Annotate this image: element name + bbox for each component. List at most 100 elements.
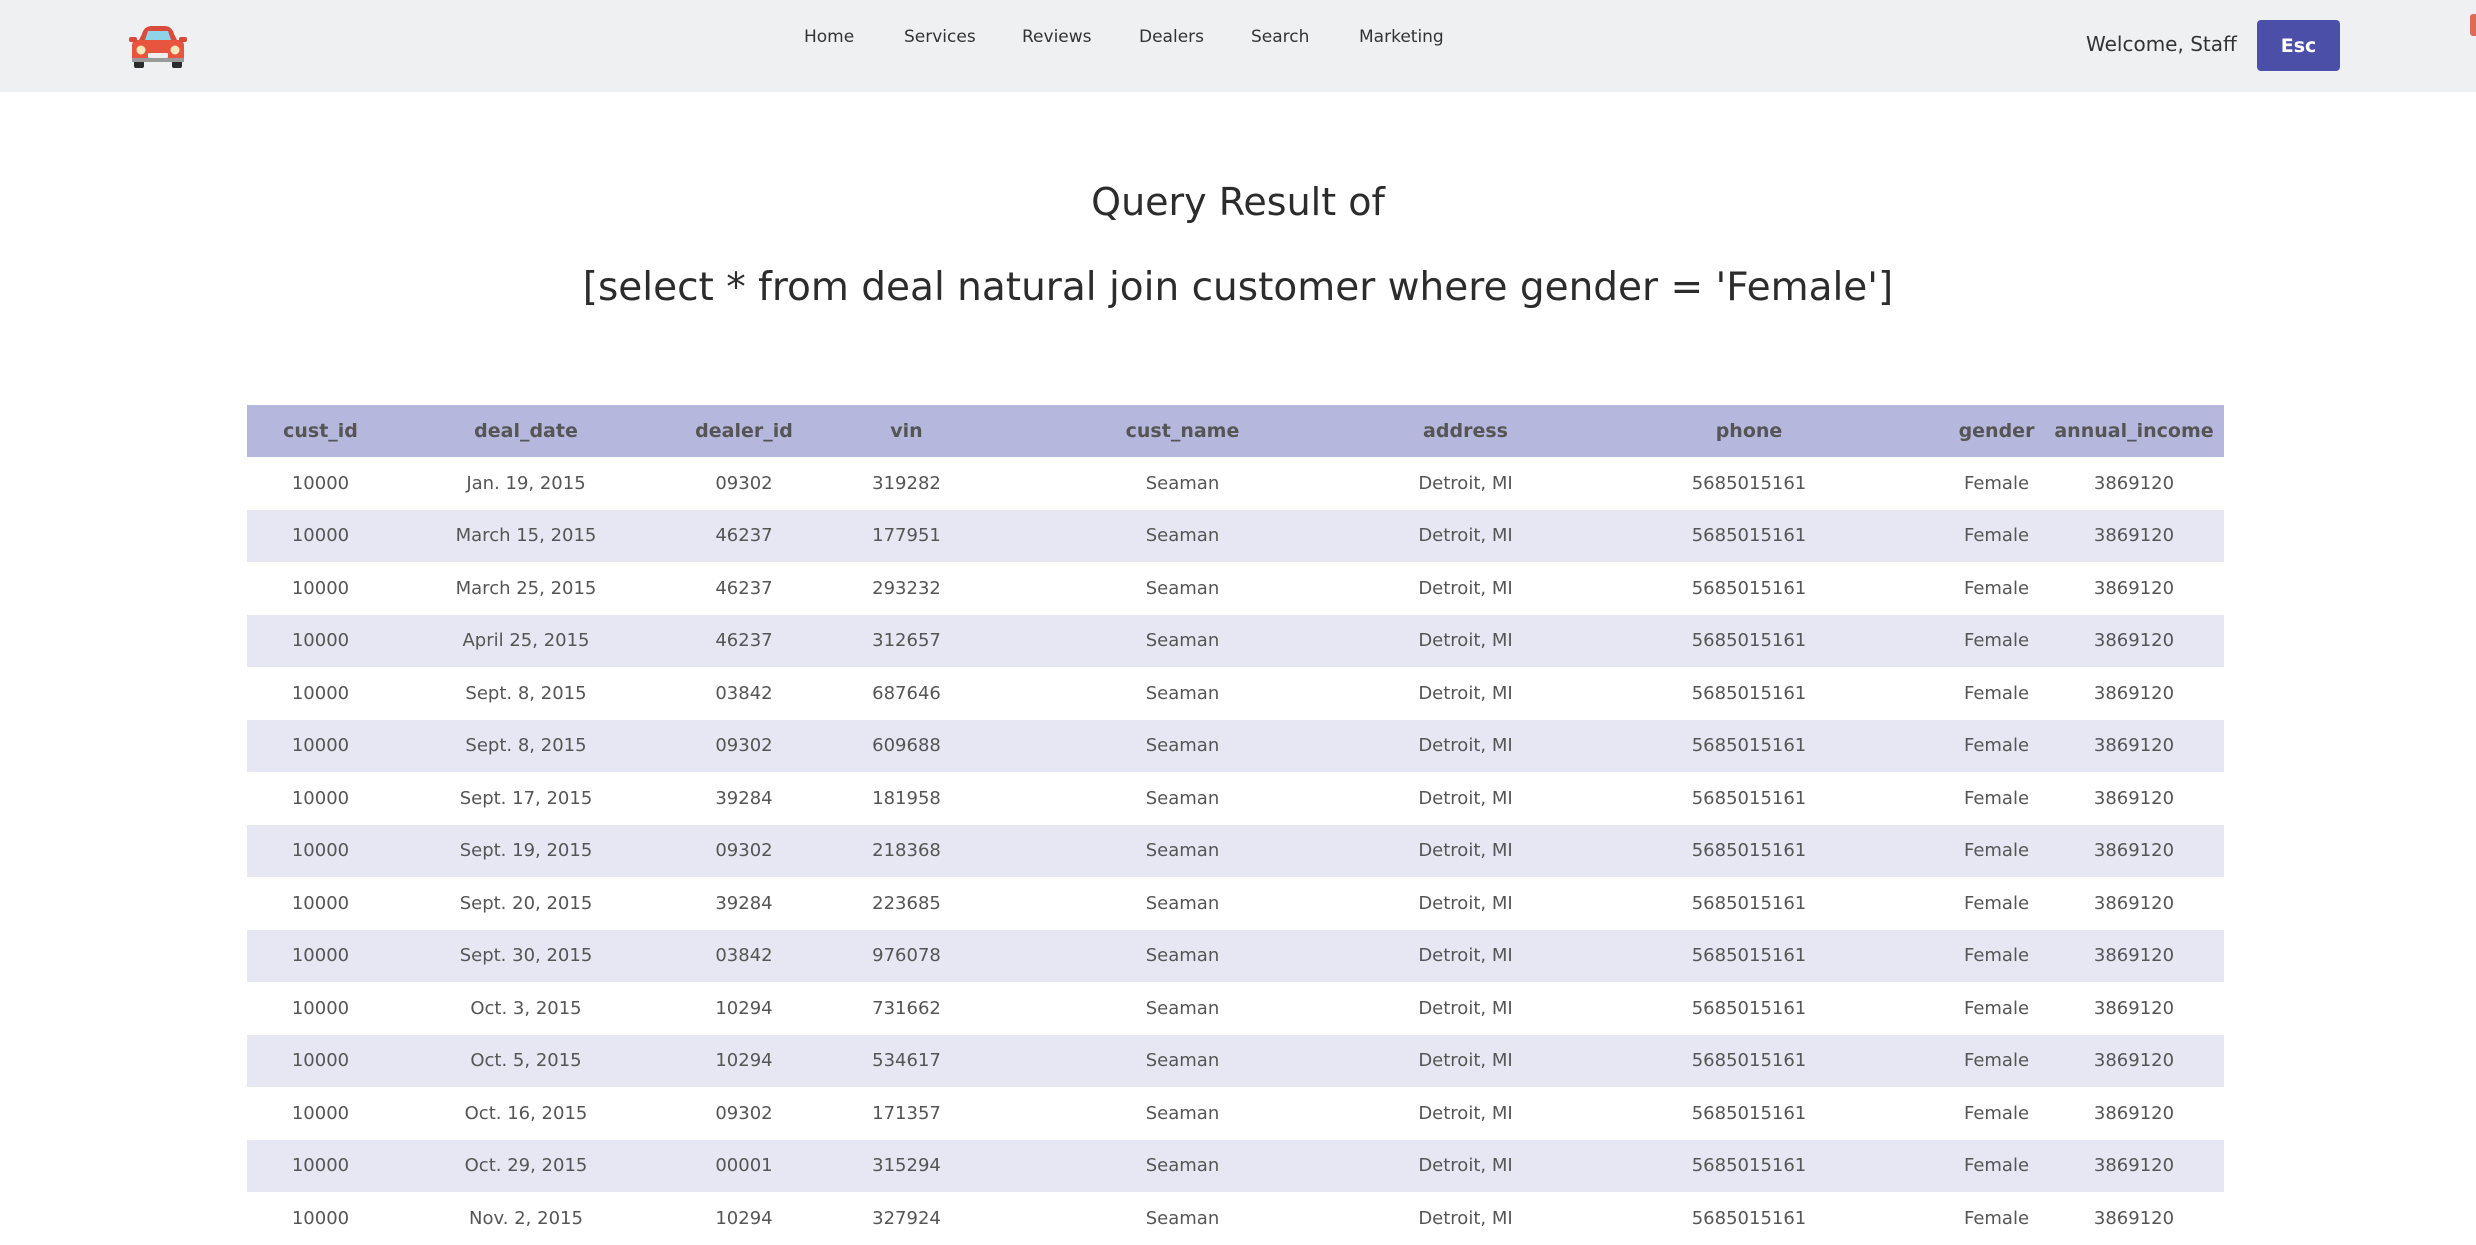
- cell-phone: 5685015161: [1691, 787, 1807, 809]
- cell-cust-id: 10000: [291, 892, 350, 914]
- cell-cust-id: 10000: [247, 1034, 394, 1087]
- cell-annual-income: 3869120: [2044, 929, 2224, 982]
- cell-deal-date: April 25, 2015: [394, 614, 658, 667]
- cell-cust-name: Seaman: [983, 929, 1382, 982]
- cell-gender: Female: [1963, 997, 2030, 1019]
- cell-deal-date: Oct. 29, 2015: [394, 1139, 658, 1192]
- cell-phone: 5685015161: [1549, 719, 1949, 772]
- cell-cust-name: Seaman: [1145, 892, 1220, 914]
- column-header-gender: gender: [1949, 405, 2044, 457]
- nav-dealers[interactable]: Dealers: [1139, 27, 1204, 47]
- table-row: 10000 Sept. 30, 2015 03842 976078 Seaman Detr…: [247, 929, 2224, 982]
- cell-dealer-id: 10294: [715, 997, 773, 1019]
- nav-home[interactable]: Home: [804, 27, 854, 47]
- cell-vin: 171357: [872, 1102, 941, 1124]
- cell-cust-name: Seaman: [1145, 682, 1220, 704]
- cell-cust-name: Seaman: [983, 614, 1382, 667]
- nav-services[interactable]: Services: [904, 27, 976, 47]
- cell-gender: Female: [1949, 1034, 2044, 1087]
- cell-dealer-id: 39284: [715, 892, 773, 914]
- cell-cust-name: Seaman: [983, 719, 1382, 772]
- cell-gender: Female: [1963, 472, 2030, 494]
- cell-cust-name: Seaman: [1145, 577, 1220, 599]
- cell-vin: 609688: [830, 719, 983, 772]
- cell-dealer-id: 09302: [658, 824, 830, 877]
- cell-vin: 218368: [830, 824, 983, 877]
- nav-search[interactable]: Search: [1251, 27, 1309, 47]
- cell-annual-income: 3869120: [2093, 787, 2175, 809]
- cell-deal-date: Oct. 16, 2015: [464, 1102, 588, 1124]
- welcome-text: Welcome, Staff: [2086, 32, 2237, 56]
- nav-marketing[interactable]: Marketing: [1359, 27, 1444, 47]
- cell-cust-name: Seaman: [983, 1139, 1382, 1192]
- cell-vin: 315294: [830, 1139, 983, 1192]
- cell-phone: 5685015161: [1549, 824, 1949, 877]
- esc-button[interactable]: Esc: [2257, 20, 2340, 71]
- table-header-row: cust_id deal_date dealer_id vin cust_name add…: [247, 405, 2224, 457]
- cell-phone: 5685015161: [1691, 892, 1807, 914]
- cell-vin: 327924: [872, 1207, 941, 1229]
- cell-address: Detroit, MI: [1418, 892, 1513, 914]
- column-header-dealer-id: dealer_id: [658, 405, 830, 457]
- cell-dealer-id: 03842: [715, 682, 773, 704]
- cell-cust-name: Seaman: [1145, 472, 1220, 494]
- cell-address: Detroit, MI: [1418, 1207, 1513, 1229]
- cell-gender: Female: [1963, 787, 2030, 809]
- cell-address: Detroit, MI: [1418, 472, 1513, 494]
- cell-deal-date: Sept. 19, 2015: [394, 824, 658, 877]
- cell-address: Detroit, MI: [1382, 509, 1549, 562]
- cell-cust-id: 10000: [291, 577, 350, 599]
- cell-address: Detroit, MI: [1418, 997, 1513, 1019]
- cell-deal-date: Nov. 2, 2015: [469, 1207, 583, 1229]
- cell-cust-name: Seaman: [983, 1034, 1382, 1087]
- cell-gender: Female: [1963, 1207, 2030, 1229]
- cell-dealer-id: 09302: [658, 719, 830, 772]
- cell-dealer-id: 09302: [715, 1102, 773, 1124]
- cell-cust-id: 10000: [291, 472, 350, 494]
- cell-cust-id: 10000: [247, 929, 394, 982]
- nav-reviews[interactable]: Reviews: [1022, 27, 1092, 47]
- table-row: 10000 Oct. 29, 2015 00001 315294 Seaman Detro…: [247, 1139, 2224, 1192]
- table-row: 10000 Sept. 8, 2015 03842 687646 Seaman Detro…: [247, 667, 2224, 720]
- cell-dealer-id: 46237: [715, 577, 773, 599]
- cell-phone: 5685015161: [1549, 1034, 1949, 1087]
- cell-phone: 5685015161: [1691, 472, 1807, 494]
- cell-annual-income: 3869120: [2044, 509, 2224, 562]
- column-header-deal-date: deal_date: [394, 405, 658, 457]
- table-row: 10000 Jan. 19, 2015 09302 319282 Seaman Detro…: [247, 457, 2224, 510]
- table-row: 10000 Oct. 3, 2015 10294 731662 Seaman Detroi…: [247, 982, 2224, 1035]
- cell-address: Detroit, MI: [1418, 787, 1513, 809]
- cell-dealer-id: 10294: [715, 1207, 773, 1229]
- cell-gender: Female: [1963, 1102, 2030, 1124]
- cell-gender: Female: [1949, 929, 2044, 982]
- column-header-cust-name: cust_name: [983, 405, 1382, 457]
- cell-phone: 5685015161: [1691, 1207, 1807, 1229]
- red-car-icon[interactable]: [128, 20, 188, 70]
- cell-dealer-id: 46237: [658, 614, 830, 667]
- cell-cust-id: 10000: [291, 1102, 350, 1124]
- cell-address: Detroit, MI: [1418, 577, 1513, 599]
- cell-dealer-id: 03842: [658, 929, 830, 982]
- cell-dealer-id: 00001: [658, 1139, 830, 1192]
- cell-annual-income: 3869120: [2093, 682, 2175, 704]
- cell-deal-date: March 25, 2015: [455, 577, 597, 599]
- column-header-vin: vin: [830, 405, 983, 457]
- cell-vin: 319282: [872, 472, 941, 494]
- table-row: 10000 March 25, 2015 46237 293232 Seaman Detr…: [247, 562, 2224, 615]
- cell-phone: 5685015161: [1549, 929, 1949, 982]
- cell-phone: 5685015161: [1691, 1102, 1807, 1124]
- cell-dealer-id: 39284: [715, 787, 773, 809]
- cell-cust-name: Seaman: [1145, 997, 1220, 1019]
- cell-cust-id: 10000: [291, 682, 350, 704]
- cell-cust-id: 10000: [247, 614, 394, 667]
- cell-vin: 731662: [872, 997, 941, 1019]
- cell-address: Detroit, MI: [1382, 1034, 1549, 1087]
- cell-annual-income: 3869120: [2044, 1139, 2224, 1192]
- cell-phone: 5685015161: [1691, 682, 1807, 704]
- cell-annual-income: 3869120: [2093, 577, 2175, 599]
- table-body: 10000 Jan. 19, 2015 09302 319282 Seaman Detro…: [247, 457, 2224, 1245]
- table-row: 10000 Oct. 5, 2015 10294 534617 Seaman Detroi…: [247, 1034, 2224, 1087]
- cell-deal-date: Sept. 8, 2015: [394, 719, 658, 772]
- cell-gender: Female: [1949, 614, 2044, 667]
- cell-cust-id: 10000: [247, 719, 394, 772]
